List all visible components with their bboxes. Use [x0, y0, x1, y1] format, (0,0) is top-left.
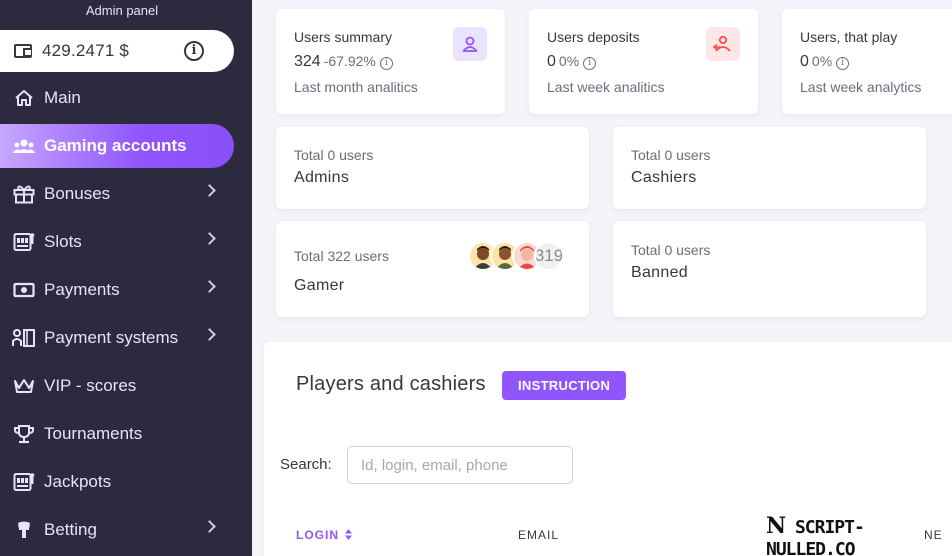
trophy-icon: [12, 424, 36, 444]
search-label: Search:: [280, 456, 332, 473]
sidebar-item-betting[interactable]: Betting: [0, 508, 234, 552]
betting-icon: [12, 520, 36, 540]
role-total: Total 0 users: [631, 242, 711, 258]
sidebar-item-tournaments[interactable]: Tournaments: [0, 412, 234, 456]
card-value-pct: -67.92%: [323, 53, 376, 69]
users-play-card: Users, that play 0 0% i Last week analytic…: [782, 9, 952, 114]
sidebar-item-label: Payment systems: [44, 328, 179, 347]
card-sub: Last week analitics: [547, 79, 665, 95]
sort-icon[interactable]: [345, 529, 352, 543]
cash-icon: [12, 280, 36, 300]
card-value: 0 0% i: [547, 53, 597, 71]
panel-title: Admin panel: [85, 3, 159, 18]
chevron-right-icon: [203, 280, 216, 293]
sidebar-nav: Main Gaming accounts Bonuses Slots Payme…: [0, 76, 252, 556]
card-label: Users, that play: [800, 29, 898, 45]
role-name: Admins: [294, 169, 350, 186]
chevron-right-icon: [203, 520, 216, 533]
column-header-login[interactable]: LOGIN: [296, 528, 352, 543]
role-total: Total 0 users: [294, 147, 374, 163]
card-value: 0 0% i: [800, 53, 850, 71]
role-total: Total 0 users: [631, 147, 711, 163]
avatar-group: 319: [468, 241, 564, 271]
sidebar-item-payment-systems[interactable]: Payment systems: [0, 316, 234, 360]
info-icon[interactable]: i: [836, 57, 850, 70]
info-icon[interactable]: i: [184, 41, 204, 61]
watermark-logo: N SCRIPT-NULLED.CO: [766, 513, 952, 556]
users-summary-card: Users summary 324 -67.92% i Last month ana…: [276, 9, 505, 114]
banned-card[interactable]: Total 0 users Banned: [613, 221, 926, 317]
sidebar-item-label: VIP - scores: [44, 376, 137, 395]
card-value-number: 0: [800, 53, 809, 70]
instruction-button[interactable]: INSTRUCTION: [502, 371, 627, 400]
card-value-number: 324: [294, 53, 321, 70]
card-value-pct: 0%: [811, 53, 833, 69]
home-icon: [12, 88, 36, 108]
users-icon: [12, 136, 36, 156]
column-header-label: LOGIN: [296, 528, 339, 542]
slot-machine-icon: [12, 232, 36, 252]
admins-card[interactable]: Total 0 users Admins: [276, 127, 589, 209]
role-total: Total 322 users: [294, 248, 389, 264]
user-icon: [453, 27, 487, 61]
role-name: Cashiers: [631, 169, 697, 186]
chevron-right-icon: [203, 184, 216, 197]
info-icon[interactable]: i: [379, 57, 393, 70]
chevron-right-icon: [203, 328, 216, 341]
card-value-pct: 0%: [558, 53, 580, 69]
balance-pill[interactable]: 429.2471 $ i: [0, 30, 234, 72]
sidebar-item-label: Tournaments: [44, 424, 143, 443]
sidebar-item-label: Slots: [44, 232, 82, 251]
column-header-email[interactable]: EMAIL: [518, 528, 559, 542]
card-value-number: 0: [547, 53, 556, 70]
sidebar-item-label: Main: [44, 88, 81, 107]
avatar-more-count[interactable]: 319: [534, 241, 564, 271]
sidebar-item-bonuses[interactable]: Bonuses: [0, 172, 234, 216]
role-name: Banned: [631, 264, 688, 281]
sidebar-item-vip-scores[interactable]: VIP - scores: [0, 364, 234, 408]
sidebar-item-label: Gaming accounts: [44, 136, 187, 155]
cashiers-card[interactable]: Total 0 users Cashiers: [613, 127, 926, 209]
card-label: Users deposits: [547, 29, 640, 45]
balance-amount: 429.2471 $: [42, 41, 130, 60]
wallet-icon: [14, 44, 32, 58]
sidebar-item-main[interactable]: Main: [0, 76, 234, 120]
sidebar-item-gaming-accounts[interactable]: Gaming accounts: [0, 124, 234, 168]
sidebar-item-jackpots[interactable]: Jackpots: [0, 460, 234, 504]
sidebar-item-label: Payments: [44, 280, 120, 299]
sidebar-item-label: Betting: [44, 520, 97, 539]
card-value: 324 -67.92% i: [294, 53, 393, 71]
info-icon[interactable]: i: [583, 57, 597, 70]
users-deposits-card: Users deposits 0 0% i Last week analitics: [529, 9, 758, 114]
sidebar: Admin panel 429.2471 $ i Main Gaming acc…: [0, 0, 252, 556]
card-sub: Last month analitics: [294, 79, 418, 95]
sidebar-item-slots[interactable]: Slots: [0, 220, 234, 264]
payment-systems-icon: [12, 328, 36, 348]
sidebar-item-label: Bonuses: [44, 184, 111, 203]
section-title: Players and cashiers: [296, 373, 486, 395]
sidebar-item-payments[interactable]: Payments: [0, 268, 234, 312]
gamer-card[interactable]: Total 322 users Gamer 319: [276, 221, 589, 317]
chevron-right-icon: [203, 232, 216, 245]
user-deposit-icon: [706, 27, 740, 61]
crown-icon: [12, 376, 36, 396]
role-name: Gamer: [294, 277, 345, 294]
gift-icon: [12, 184, 36, 204]
jackpot-icon: [12, 472, 36, 492]
card-sub: Last week analytics: [800, 79, 922, 95]
sidebar-item-label: Jackpots: [44, 472, 112, 491]
watermark-letter: N: [766, 513, 786, 539]
card-label: Users summary: [294, 29, 393, 45]
search-input[interactable]: [347, 446, 573, 484]
